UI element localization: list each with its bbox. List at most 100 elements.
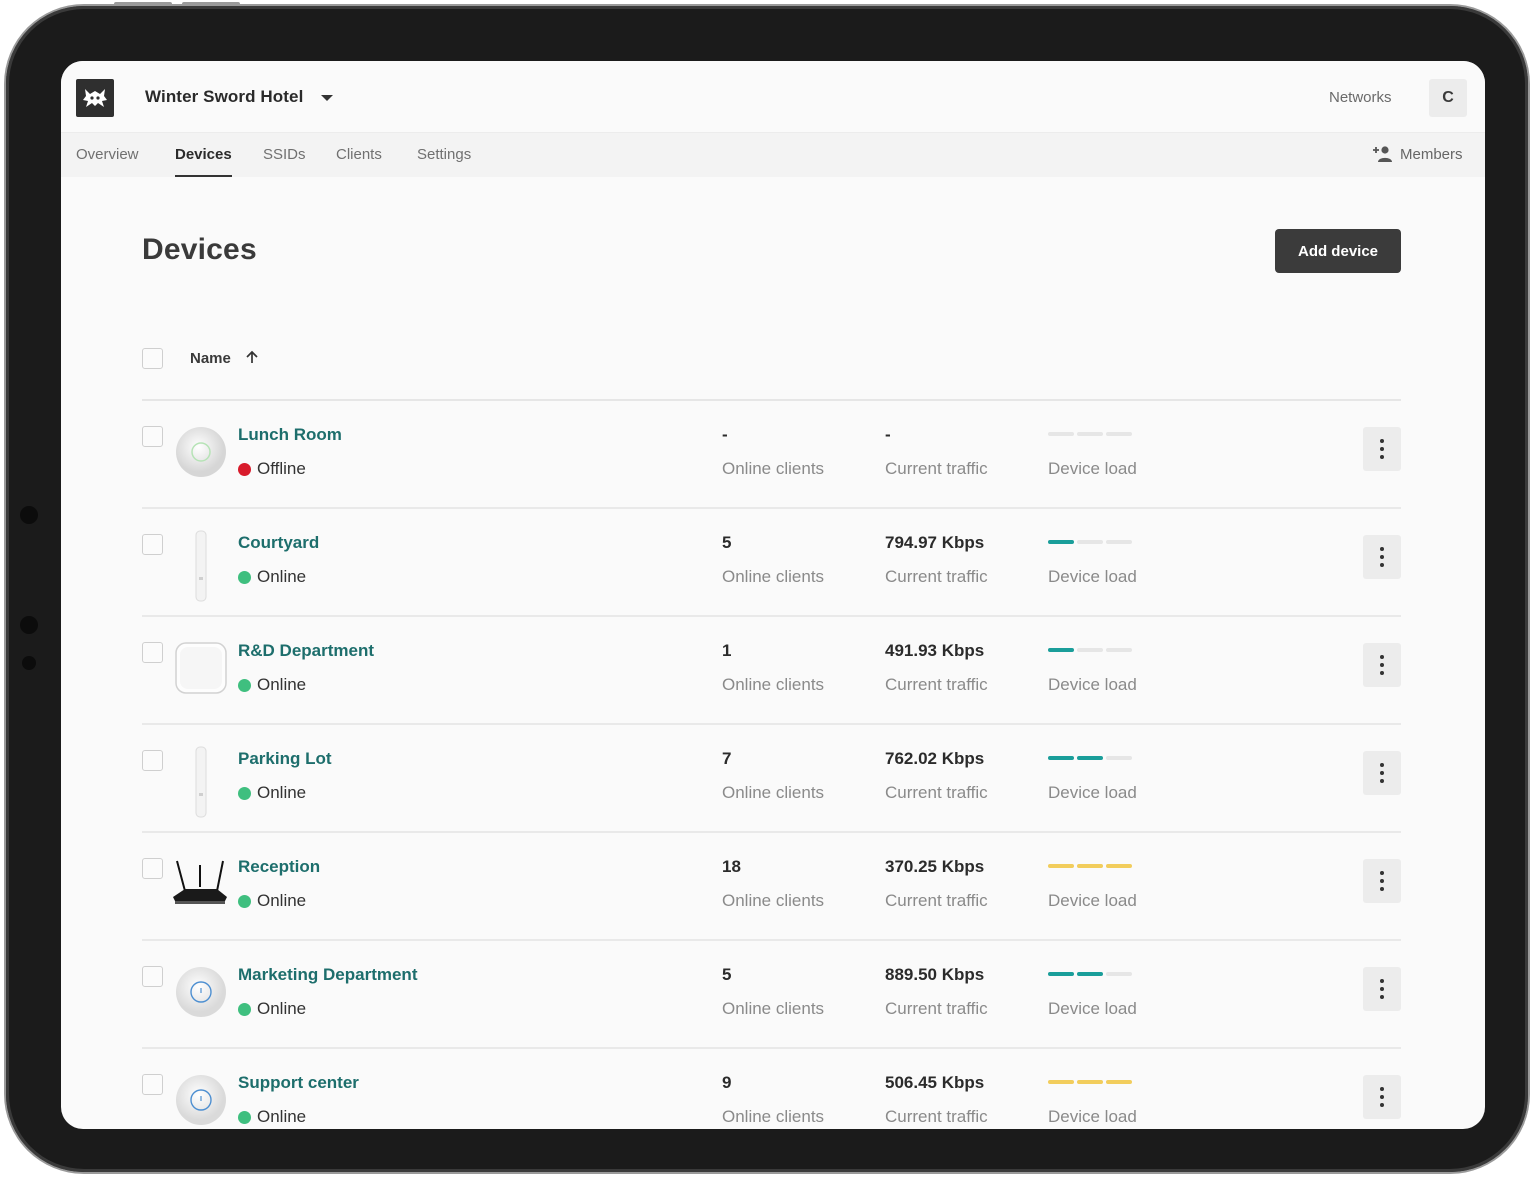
sensor-dot bbox=[20, 616, 38, 634]
row-more-menu-button[interactable] bbox=[1363, 967, 1401, 1011]
load-segment bbox=[1077, 648, 1103, 652]
device-name-link[interactable]: Parking Lot bbox=[238, 749, 332, 769]
device-row[interactable]: Lunch Room Offline - Online clients - Cu… bbox=[142, 401, 1401, 509]
load-segment bbox=[1077, 756, 1103, 760]
online-clients-label: Online clients bbox=[722, 675, 825, 694]
more-vertical-icon bbox=[1380, 771, 1384, 775]
more-vertical-icon bbox=[1380, 779, 1384, 783]
row-checkbox[interactable] bbox=[142, 426, 163, 447]
current-traffic-value: 794.97 Kbps bbox=[885, 533, 985, 552]
row-checkbox[interactable] bbox=[142, 858, 163, 879]
sort-ascending-icon[interactable] bbox=[244, 349, 260, 365]
device-load-label: Device load bbox=[1048, 1107, 1137, 1126]
status-label: Online bbox=[257, 675, 307, 694]
name-column-header[interactable]: Name bbox=[190, 350, 231, 367]
tab-overview[interactable]: Overview bbox=[76, 146, 139, 177]
tab-devices[interactable]: Devices bbox=[175, 146, 232, 177]
device-row[interactable]: Reception Online 18 Online clients 370.2… bbox=[142, 833, 1401, 941]
current-traffic-value: 491.93 Kbps bbox=[885, 641, 985, 660]
tab-ssids[interactable]: SSIDs bbox=[263, 146, 306, 177]
brand-logo-icon bbox=[83, 89, 107, 107]
disc-ap-icon bbox=[174, 965, 228, 1019]
add-device-button[interactable]: Add device bbox=[1275, 229, 1401, 273]
row-checkbox[interactable] bbox=[142, 642, 163, 663]
device-name-link[interactable]: Marketing Department bbox=[238, 965, 417, 985]
load-segment bbox=[1077, 540, 1103, 544]
device-name-link[interactable]: Support center bbox=[238, 1073, 359, 1093]
more-vertical-icon bbox=[1380, 995, 1384, 999]
router-icon bbox=[173, 857, 228, 911]
load-segment bbox=[1106, 972, 1132, 976]
sensor-dot bbox=[22, 656, 36, 670]
load-segment bbox=[1048, 864, 1074, 868]
current-traffic-label: Current traffic bbox=[885, 999, 988, 1018]
device-name-link[interactable]: R&D Department bbox=[238, 641, 374, 661]
load-segment bbox=[1077, 1080, 1103, 1084]
device-load-label: Device load bbox=[1048, 459, 1137, 478]
org-selector-label[interactable]: Winter Sword Hotel bbox=[145, 87, 303, 107]
status-label: Online bbox=[257, 999, 307, 1018]
device-status: Online bbox=[238, 1107, 306, 1127]
online-clients-value: 5 bbox=[722, 965, 732, 984]
disc-ap-icon bbox=[174, 1073, 228, 1127]
volume-down-button bbox=[182, 2, 240, 6]
more-vertical-icon bbox=[1380, 1103, 1384, 1107]
load-segment bbox=[1106, 540, 1132, 544]
more-vertical-icon bbox=[1380, 547, 1384, 551]
device-load-meter bbox=[1048, 972, 1132, 976]
device-name-link[interactable]: Reception bbox=[238, 857, 320, 877]
device-row[interactable]: Support center Online 9 Online clients 5… bbox=[142, 1049, 1401, 1129]
status-dot-icon bbox=[238, 678, 251, 692]
select-all-checkbox[interactable] bbox=[142, 348, 163, 369]
current-traffic-label: Current traffic bbox=[885, 675, 988, 694]
online-clients-label: Online clients bbox=[722, 459, 825, 478]
row-more-menu-button[interactable] bbox=[1363, 427, 1401, 471]
more-vertical-icon bbox=[1380, 763, 1384, 767]
device-load-meter bbox=[1048, 648, 1132, 652]
brand-logo[interactable] bbox=[76, 79, 114, 117]
more-vertical-icon bbox=[1380, 671, 1384, 675]
device-status: Online bbox=[238, 675, 306, 695]
device-row[interactable]: Courtyard Online 5 Online clients 794.97… bbox=[142, 509, 1401, 617]
device-row[interactable]: R&D Department Online 1 Online clients 4… bbox=[142, 617, 1401, 725]
row-more-menu-button[interactable] bbox=[1363, 1075, 1401, 1119]
device-load-meter bbox=[1048, 1080, 1132, 1084]
row-more-menu-button[interactable] bbox=[1363, 535, 1401, 579]
device-name-link[interactable]: Courtyard bbox=[238, 533, 319, 553]
device-name-link[interactable]: Lunch Room bbox=[238, 425, 342, 445]
device-row[interactable]: Marketing Department Online 5 Online cli… bbox=[142, 941, 1401, 1049]
current-traffic-label: Current traffic bbox=[885, 567, 988, 586]
status-dot-icon bbox=[238, 894, 251, 908]
members-button[interactable]: Members bbox=[1372, 145, 1463, 163]
current-traffic-value: 370.25 Kbps bbox=[885, 857, 985, 876]
square-ap-icon bbox=[174, 641, 228, 695]
device-status: Offline bbox=[238, 459, 306, 479]
load-segment bbox=[1106, 648, 1132, 652]
row-more-menu-button[interactable] bbox=[1363, 643, 1401, 687]
device-load-label: Device load bbox=[1048, 783, 1137, 802]
tab-clients[interactable]: Clients bbox=[336, 146, 382, 177]
row-checkbox[interactable] bbox=[142, 1074, 163, 1095]
online-clients-value: - bbox=[722, 425, 728, 444]
load-segment bbox=[1106, 756, 1132, 760]
more-vertical-icon bbox=[1380, 439, 1384, 443]
row-checkbox[interactable] bbox=[142, 534, 163, 555]
row-checkbox[interactable] bbox=[142, 966, 163, 987]
networks-link[interactable]: Networks bbox=[1329, 89, 1392, 106]
more-vertical-icon bbox=[1380, 455, 1384, 459]
online-clients-value: 9 bbox=[722, 1073, 732, 1092]
row-more-menu-button[interactable] bbox=[1363, 751, 1401, 795]
row-checkbox[interactable] bbox=[142, 750, 163, 771]
more-vertical-icon bbox=[1380, 887, 1384, 891]
chevron-down-icon[interactable] bbox=[321, 95, 333, 101]
current-traffic-label: Current traffic bbox=[885, 459, 988, 478]
top-header: Winter Sword Hotel Networks C bbox=[61, 61, 1485, 133]
online-clients-value: 5 bbox=[722, 533, 732, 552]
tablet-frame: Winter Sword Hotel Networks C Overview D… bbox=[6, 2, 1528, 1172]
user-avatar[interactable]: C bbox=[1429, 79, 1467, 117]
row-more-menu-button[interactable] bbox=[1363, 859, 1401, 903]
tab-settings[interactable]: Settings bbox=[417, 146, 471, 177]
device-row[interactable]: Parking Lot Online 7 Online clients 762.… bbox=[142, 725, 1401, 833]
online-clients-value: 18 bbox=[722, 857, 741, 876]
more-vertical-icon bbox=[1380, 879, 1384, 883]
